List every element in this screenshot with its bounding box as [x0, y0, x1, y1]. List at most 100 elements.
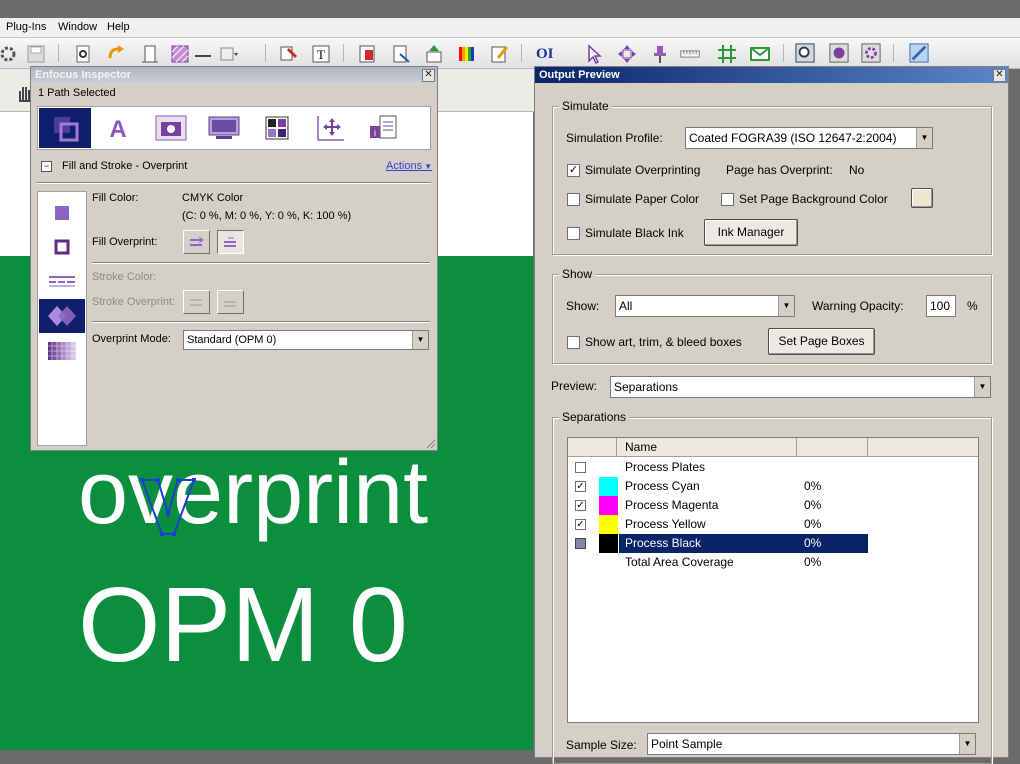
- pin-icon[interactable]: [650, 44, 670, 64]
- text-icon: A: [109, 116, 126, 141]
- selected-path-outline[interactable]: [140, 476, 196, 538]
- simulate-overprinting-checkbox[interactable]: ✓: [567, 164, 580, 177]
- actions-label: Actions: [386, 160, 423, 172]
- separation-checkbox[interactable]: ✓: [575, 519, 586, 530]
- tab-color[interactable]: [251, 108, 303, 148]
- dash-lines-icon: [49, 276, 75, 287]
- side-item-stroke[interactable]: [39, 230, 85, 264]
- set-page-boxes-button[interactable]: Set Page Boxes: [768, 328, 875, 355]
- ruler-icon[interactable]: [680, 44, 700, 64]
- tab-document[interactable]: [198, 108, 250, 148]
- separation-row[interactable]: Process Plates: [568, 458, 978, 477]
- color-bars-icon[interactable]: [457, 44, 477, 64]
- stroke-square-icon: [54, 239, 70, 255]
- menu-window[interactable]: Window: [58, 21, 97, 33]
- document-text-opm[interactable]: OPM 0: [78, 572, 408, 678]
- resize-grip-icon[interactable]: [424, 437, 436, 449]
- tab-text[interactable]: A: [92, 108, 144, 148]
- separation-row[interactable]: ✓ Process Magenta 0%: [568, 496, 978, 515]
- fixup-icon[interactable]: [861, 43, 881, 63]
- warning-opacity-input[interactable]: 100: [926, 295, 956, 317]
- sample-size-select[interactable]: Point Sample ▼: [647, 733, 976, 755]
- save-icon[interactable]: [26, 44, 46, 64]
- output-preview-icon[interactable]: [795, 43, 815, 63]
- tab-position[interactable]: [304, 108, 356, 148]
- output-preview-title[interactable]: Output Preview: [535, 67, 1008, 83]
- show-boxes-checkbox[interactable]: [567, 336, 580, 349]
- preview-value: Separations: [614, 380, 679, 394]
- fill-overprint-on-button[interactable]: [217, 230, 244, 254]
- actions-menu[interactable]: Actions ▼: [386, 160, 432, 172]
- side-item-dash[interactable]: [39, 264, 85, 298]
- simulation-profile-select[interactable]: Coated FOGRA39 (ISO 12647-2:2004) ▼: [685, 127, 933, 149]
- export-icon[interactable]: [424, 44, 444, 64]
- show-group: Show Show: All ▼ Warning Opacity: 100 % …: [552, 267, 992, 364]
- overprint-mode-select[interactable]: Standard (OPM 0) ▼: [183, 330, 429, 350]
- line-tool-icon[interactable]: [193, 44, 213, 64]
- header-cell-check[interactable]: [568, 438, 617, 456]
- stamp-icon[interactable]: [278, 44, 298, 64]
- select-arrow-icon[interactable]: [584, 44, 604, 64]
- show-boxes-label[interactable]: Show art, trim, & bleed boxes: [585, 335, 742, 349]
- ink-manager-button[interactable]: Ink Manager: [704, 219, 798, 246]
- page-red-icon[interactable]: [357, 44, 377, 64]
- document-text-overprint[interactable]: overprint: [78, 448, 428, 538]
- simulate-overprinting-label[interactable]: Simulate Overprinting: [585, 163, 700, 177]
- side-item-overprint[interactable]: [39, 299, 85, 333]
- gear-icon[interactable]: [0, 44, 20, 64]
- tools-icon[interactable]: [909, 43, 929, 63]
- crop-page-icon[interactable]: [140, 44, 160, 64]
- separation-checkbox[interactable]: ✓: [575, 500, 586, 511]
- simulate-black-ink-checkbox[interactable]: [567, 227, 580, 240]
- output-preview-close-button[interactable]: ✕: [993, 69, 1006, 82]
- tab-prepress[interactable]: i: [357, 108, 409, 148]
- stroke-overprint-on-button[interactable]: [217, 290, 244, 314]
- separation-checkbox[interactable]: [575, 462, 586, 473]
- grid-icon[interactable]: [717, 44, 737, 64]
- menu-help[interactable]: Help: [107, 21, 130, 33]
- collapse-section-button[interactable]: −: [41, 161, 52, 172]
- inspector-title[interactable]: Enfocus Inspector: [31, 67, 437, 83]
- page-bg-color-swatch[interactable]: [911, 188, 933, 208]
- show-select[interactable]: All ▼: [615, 295, 795, 317]
- side-item-transparency[interactable]: [39, 334, 85, 368]
- set-page-bg-checkbox[interactable]: [721, 193, 734, 206]
- side-item-fill[interactable]: [39, 196, 85, 230]
- header-cell-name[interactable]: Name: [617, 438, 797, 456]
- print-preview-icon[interactable]: [73, 44, 93, 64]
- tab-fill-stroke[interactable]: [39, 108, 91, 148]
- separation-color-swatch: [599, 496, 618, 515]
- menu-bar: Plug-Ins Window Help: [0, 18, 1020, 38]
- stroke-overprint-off-button[interactable]: [183, 290, 210, 314]
- separation-row[interactable]: ✓ Process Yellow 0%: [568, 515, 978, 534]
- separation-checkbox[interactable]: ✓: [575, 481, 586, 492]
- envelope-icon[interactable]: [750, 44, 770, 64]
- ocr-label[interactable]: OI: [536, 46, 554, 63]
- fill-overprint-off-button[interactable]: [183, 230, 210, 254]
- text-frame-icon[interactable]: T: [311, 44, 331, 64]
- separation-name: Process Yellow: [625, 517, 706, 531]
- simulate-black-ink-label[interactable]: Simulate Black Ink: [585, 226, 684, 240]
- preview-select[interactable]: Separations ▼: [610, 376, 991, 398]
- simulate-paper-color-label[interactable]: Simulate Paper Color: [585, 192, 699, 206]
- separation-row[interactable]: Process Black 0%: [568, 534, 978, 553]
- stroke-color-label: Stroke Color:: [92, 271, 157, 283]
- menu-plugins[interactable]: Plug-Ins: [6, 21, 46, 33]
- header-cell-value[interactable]: [798, 438, 868, 456]
- settings-dropdown-icon[interactable]: [218, 44, 238, 64]
- tab-image[interactable]: [145, 108, 197, 148]
- pattern-icon[interactable]: [170, 44, 190, 64]
- edit-icon[interactable]: [490, 44, 510, 64]
- move-tool-icon[interactable]: [617, 44, 637, 64]
- separation-row[interactable]: ✓ Process Cyan 0%: [568, 477, 978, 496]
- separation-color-swatch: [599, 515, 618, 534]
- preflight-icon[interactable]: [829, 43, 849, 63]
- inspector-close-button[interactable]: ✕: [422, 69, 435, 82]
- page-has-overprint-value: No: [849, 163, 865, 177]
- separation-row[interactable]: Total Area Coverage 0%: [568, 553, 978, 572]
- separation-checkbox[interactable]: [575, 538, 586, 549]
- redo-icon[interactable]: [107, 44, 127, 64]
- simulate-paper-color-checkbox[interactable]: [567, 193, 580, 206]
- set-page-bg-label[interactable]: Set Page Background Color: [739, 192, 888, 206]
- page-arrow-icon[interactable]: [391, 44, 411, 64]
